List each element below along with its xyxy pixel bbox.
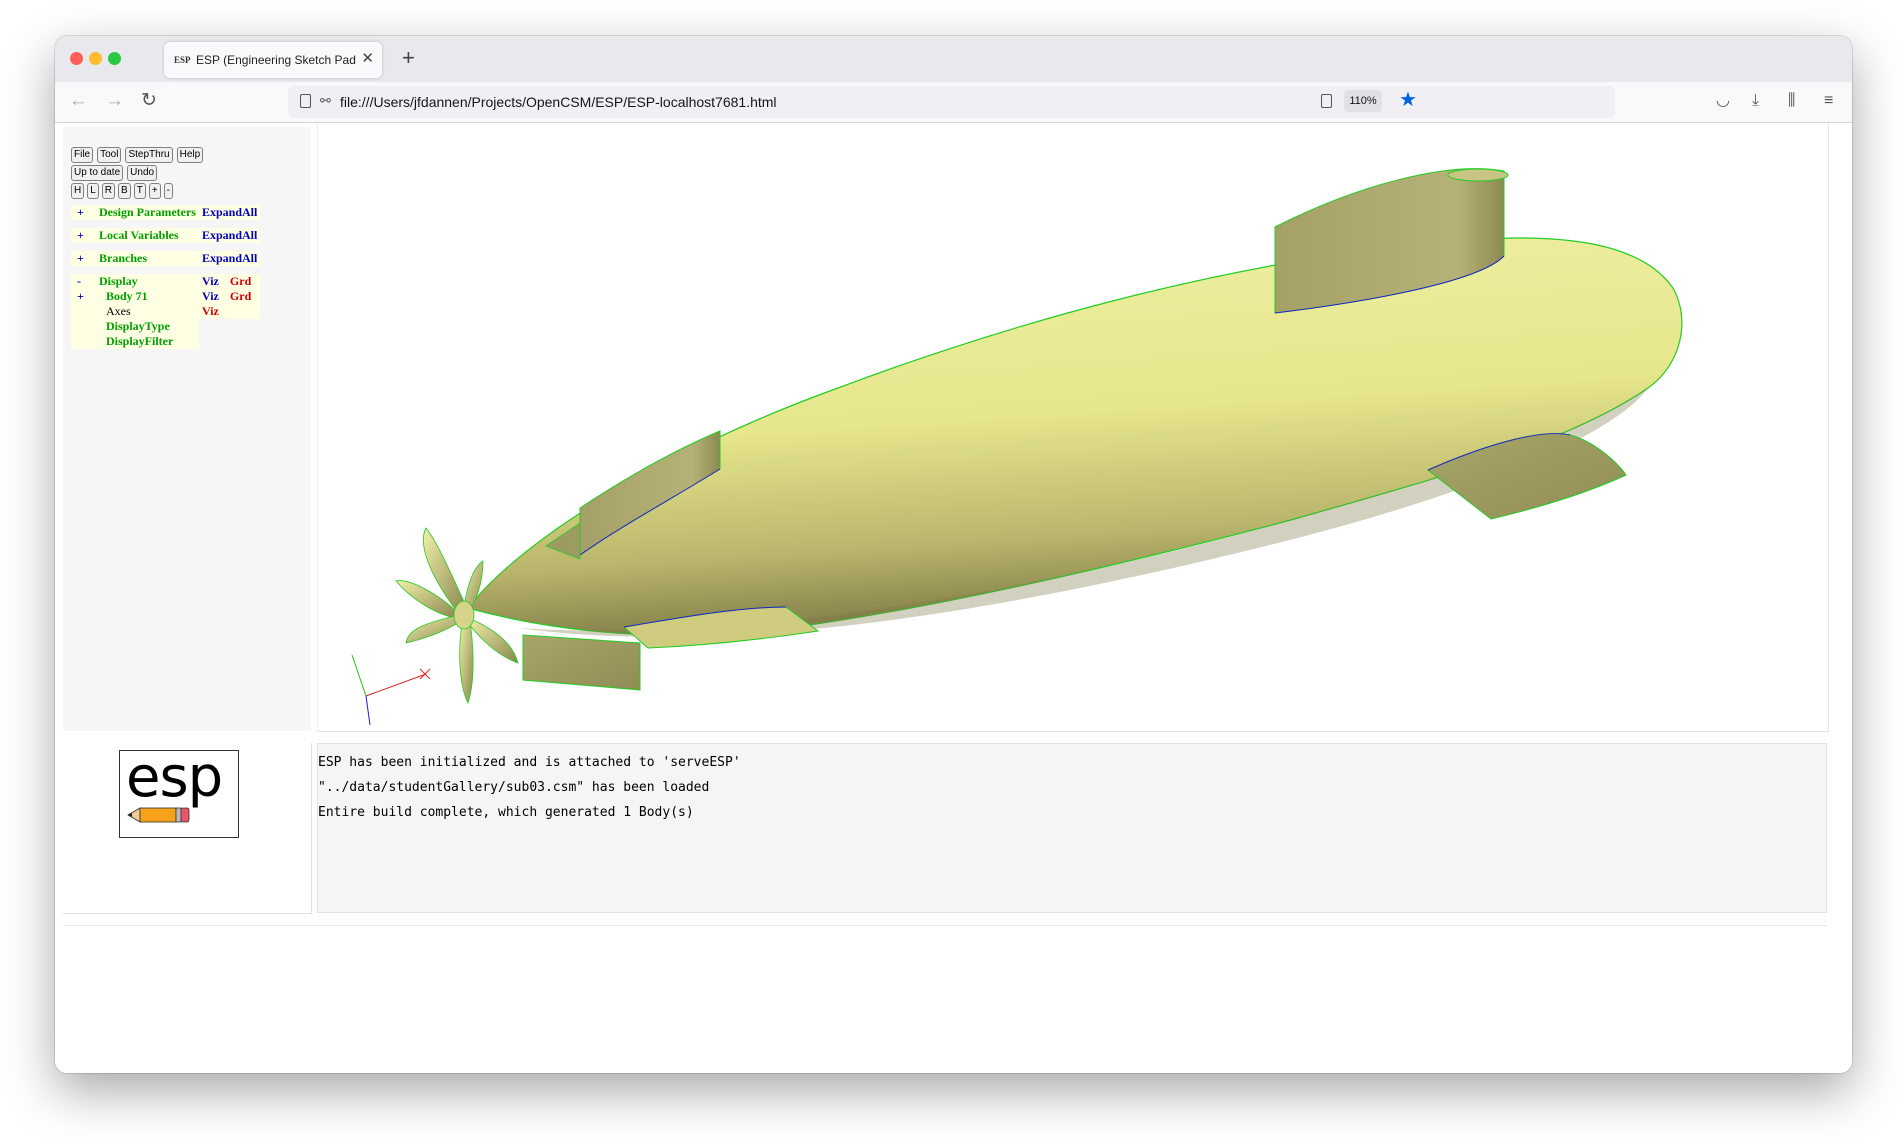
tree-label[interactable]: Display xyxy=(96,274,199,289)
up-to-date-button[interactable]: Up to date xyxy=(71,165,124,181)
view-toolbar: H L R B T + - xyxy=(71,183,173,199)
reader-view-icon[interactable] xyxy=(1321,94,1332,108)
message-console: ESP has been initialized and is attached… xyxy=(317,743,1827,913)
expand-all-link[interactable]: ExpandAll xyxy=(198,205,261,220)
submarine-render[interactable] xyxy=(318,123,1828,731)
tree-row-design-parameters: + Design Parameters ExpandAll xyxy=(71,205,261,220)
tab-close-icon[interactable]: ✕ xyxy=(361,51,374,67)
axes-triad xyxy=(351,654,431,726)
graphics-canvas[interactable] xyxy=(317,123,1829,732)
browser-tab[interactable]: ESP ESP (Engineering Sketch Pad, V ✕ xyxy=(164,42,382,78)
reload-icon[interactable]: ↻ xyxy=(141,90,157,112)
library-icon[interactable]: ⫼ xyxy=(1788,91,1795,111)
message-line: Entire build complete, which generated 1… xyxy=(318,805,694,820)
main-toolbar: File Tool StepThru Help xyxy=(71,147,204,163)
divider xyxy=(63,925,1827,926)
download-icon[interactable]: ⤓ xyxy=(1752,91,1759,111)
tab-title: ESP (Engineering Sketch Pad, V xyxy=(196,53,356,67)
expand-toggle[interactable]: + xyxy=(71,251,96,266)
tree-row-display-type: DisplayType xyxy=(71,319,260,334)
lower-stern-fin xyxy=(522,634,641,691)
tree-row-branches: + Branches ExpandAll xyxy=(71,251,261,266)
forward-arrow-icon[interactable]: → xyxy=(105,90,124,112)
tree-panel: File Tool StepThru Help Up to date Undo … xyxy=(63,127,311,731)
tree-label: Axes xyxy=(96,304,199,319)
tree-label[interactable]: Branches xyxy=(96,251,199,266)
state-toolbar: Up to date Undo xyxy=(71,165,158,181)
grd-toggle[interactable]: Grd xyxy=(226,274,261,289)
file-button[interactable]: File xyxy=(71,147,94,163)
view-bottom-button[interactable]: B xyxy=(118,183,131,199)
menu-icon[interactable]: ≡ xyxy=(1824,91,1833,111)
esp-page: File Tool StepThru Help Up to date Undo … xyxy=(55,123,1852,1073)
logo-text: esp xyxy=(126,745,223,810)
close-window-button[interactable] xyxy=(70,52,83,65)
bookmark-star-icon[interactable]: ★ xyxy=(1399,88,1417,112)
pocket-icon[interactable]: ◡ xyxy=(1716,91,1730,111)
viz-toggle[interactable]: Viz xyxy=(198,304,227,319)
view-right-button[interactable]: R xyxy=(101,183,116,199)
help-button[interactable]: Help xyxy=(176,147,204,163)
expand-toggle[interactable]: + xyxy=(71,228,96,243)
tree-label[interactable]: DisplayType xyxy=(96,319,199,334)
logo-panel: esp xyxy=(63,743,312,914)
view-left-button[interactable]: L xyxy=(87,183,99,199)
expand-all-link[interactable]: ExpandAll xyxy=(198,228,261,243)
zoom-in-button[interactable]: + xyxy=(148,183,161,199)
message-line: "../data/studentGallery/sub03.csm" has b… xyxy=(318,780,710,795)
tab-strip: ESP ESP (Engineering Sketch Pad, V ✕ + xyxy=(55,36,1852,82)
esp-favicon-icon: ESP xyxy=(174,55,191,65)
view-home-button[interactable]: H xyxy=(71,183,85,199)
tree-row-body: + Body 71 Viz Grd xyxy=(71,289,261,304)
viz-toggle[interactable]: Viz xyxy=(198,274,227,289)
tree-label[interactable]: Design Parameters xyxy=(96,205,199,220)
permissions-icon[interactable]: ⚯ xyxy=(320,92,331,110)
maximize-window-button[interactable] xyxy=(108,52,121,65)
page-icon xyxy=(300,94,311,108)
navigation-bar: ← → ↻ ⚯ file:///Users/jfdannen/Projects/… xyxy=(55,82,1852,123)
model-tree: + Design Parameters ExpandAll + Local Va… xyxy=(71,205,261,349)
tree-row-display: - Display Viz Grd xyxy=(71,274,261,289)
tree-row-local-variables: + Local Variables ExpandAll xyxy=(71,228,261,243)
zoom-out-button[interactable]: - xyxy=(163,183,173,199)
undo-button[interactable]: Undo xyxy=(127,165,158,181)
view-top-button[interactable]: T xyxy=(133,183,146,199)
collapse-toggle[interactable]: - xyxy=(71,274,96,289)
tree-row-axes: Axes Viz xyxy=(71,304,261,319)
tree-row-display-filter: DisplayFilter xyxy=(71,334,260,349)
tool-button[interactable]: Tool xyxy=(97,147,122,163)
browser-window: ESP ESP (Engineering Sketch Pad, V ✕ + ←… xyxy=(55,36,1852,1073)
expand-toggle[interactable]: + xyxy=(71,205,96,220)
back-arrow-icon[interactable]: ← xyxy=(69,90,88,112)
viz-toggle[interactable]: Viz xyxy=(198,289,227,304)
esp-logo: esp xyxy=(119,745,239,838)
url-text[interactable]: file:///Users/jfdannen/Projects/OpenCSM/… xyxy=(340,94,777,110)
stepthru-button[interactable]: StepThru xyxy=(125,147,173,163)
grd-toggle[interactable]: Grd xyxy=(226,289,261,304)
pencil-icon xyxy=(127,807,190,823)
expand-toggle[interactable]: + xyxy=(71,289,96,304)
new-tab-icon[interactable]: + xyxy=(402,45,415,71)
tree-label[interactable]: Body 71 xyxy=(96,289,199,304)
tree-label[interactable]: Local Variables xyxy=(96,228,199,243)
tree-label[interactable]: DisplayFilter xyxy=(96,334,199,349)
zoom-level-button[interactable]: 110% xyxy=(1344,90,1382,112)
message-line: ESP has been initialized and is attached… xyxy=(318,755,741,770)
expand-all-link[interactable]: ExpandAll xyxy=(198,251,261,266)
minimize-window-button[interactable] xyxy=(89,52,102,65)
